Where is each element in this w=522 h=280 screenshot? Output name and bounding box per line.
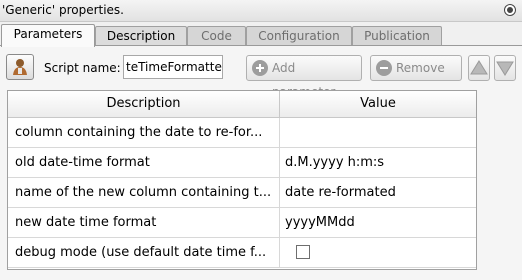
triangle-down-icon — [496, 61, 514, 76]
row-description: name of the new column containing t... — [8, 178, 280, 207]
script-name-input[interactable]: teTimeFormatter — [123, 55, 223, 79]
row-value[interactable]: yyyyMMdd — [280, 208, 481, 237]
triangle-up-icon — [470, 60, 488, 75]
table-row[interactable]: old date-time format d.M.yyyy h:m:s — [8, 148, 476, 178]
row-value[interactable]: d.M.yyyy h:m:s — [280, 148, 481, 177]
column-header-description[interactable]: Description — [8, 91, 280, 117]
move-up-button[interactable] — [468, 55, 490, 81]
minus-circle-icon — [376, 60, 392, 76]
parameters-table: Description Value column containing the … — [7, 90, 477, 270]
tab-configuration[interactable]: Configuration — [246, 26, 352, 46]
tab-bar: Parameters Description Code Configuratio… — [0, 24, 522, 47]
script-person-icon[interactable] — [6, 54, 34, 80]
window-title: 'Generic' properties. — [2, 3, 124, 17]
table-row[interactable]: name of the new column containing t... d… — [8, 178, 476, 208]
title-bar: 'Generic' properties. — [0, 0, 522, 22]
table-row[interactable]: debug mode (use default date time f... — [8, 238, 476, 268]
row-value[interactable] — [280, 118, 485, 147]
tab-description[interactable]: Description — [95, 26, 187, 46]
row-description: debug mode (use default date time f... — [8, 238, 280, 267]
move-down-button[interactable] — [494, 55, 516, 81]
debug-mode-checkbox[interactable] — [296, 245, 310, 259]
add-parameter-button[interactable]: Add parameter — [246, 55, 362, 99]
row-value[interactable]: date re-formated — [280, 178, 481, 207]
table-row[interactable]: new date time format yyyyMMdd — [8, 208, 476, 238]
row-description: column containing the date to re-for... — [8, 118, 280, 147]
tab-parameters[interactable]: Parameters — [1, 24, 95, 47]
plus-circle-icon — [252, 60, 268, 76]
script-name-label: Script name: — [44, 61, 121, 75]
remove-label: Remove — [396, 61, 445, 75]
table-row[interactable]: column containing the date to re-for... — [8, 118, 476, 148]
table-header: Description Value — [8, 91, 476, 118]
column-header-value[interactable]: Value — [280, 91, 476, 117]
tab-publication[interactable]: Publication — [352, 26, 442, 46]
remove-button[interactable]: Remove — [370, 55, 462, 81]
pin-icon[interactable] — [504, 4, 516, 16]
row-description: new date time format — [8, 208, 280, 237]
tab-code[interactable]: Code — [187, 26, 246, 46]
row-description: old date-time format — [8, 148, 280, 177]
